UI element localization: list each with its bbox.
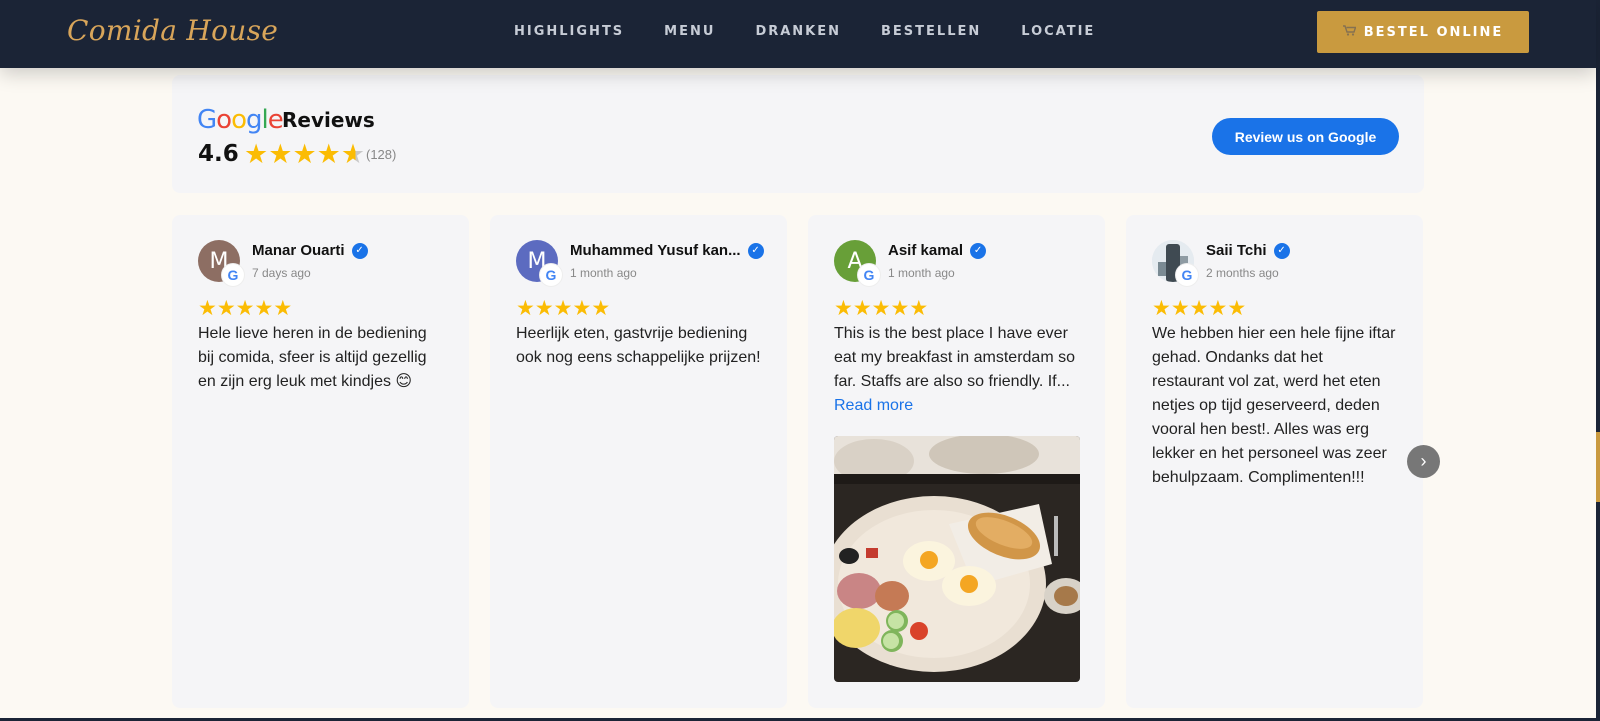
star-icon: ★ xyxy=(534,297,554,320)
reviewer-name[interactable]: Saii Tchi xyxy=(1206,242,1267,259)
review-card: M G Muhammed Yusuf kan... ✓ 1 month ago … xyxy=(490,215,787,708)
review-time: 1 month ago xyxy=(888,266,955,280)
star-icon: ★ xyxy=(1152,297,1171,320)
star-icon: ★ xyxy=(909,297,929,320)
nav-links: HIGHLIGHTS MENU DRANKEN BESTELLEN LOCATI… xyxy=(514,24,1135,39)
cart-icon xyxy=(1342,25,1357,39)
review-text: This is the best place I have ever eat m… xyxy=(834,325,1075,390)
review-time: 7 days ago xyxy=(252,266,311,280)
google-badge-icon: G xyxy=(222,264,244,286)
site-logo[interactable]: Comida House xyxy=(67,14,278,47)
nav-link-locatie[interactable]: LOCATIE xyxy=(1021,24,1095,39)
review-stars: ★ ★ ★ ★ ★ xyxy=(1152,298,1246,320)
verified-icon: ✓ xyxy=(747,242,764,259)
nav-link-dranken[interactable]: DRANKEN xyxy=(755,24,841,39)
average-rating: 4.6 xyxy=(198,141,239,167)
nav-link-bestellen[interactable]: BESTELLEN xyxy=(881,24,981,39)
star-icon: ★ xyxy=(244,139,269,169)
google-badge-letter: G xyxy=(545,267,557,283)
review-text-block: This is the best place I have ever eat m… xyxy=(834,322,1079,418)
verified-icon: ✓ xyxy=(970,242,987,259)
verified-icon: ✓ xyxy=(1273,242,1290,259)
google-badge-icon: G xyxy=(540,264,562,286)
star-icon: ★ xyxy=(553,297,573,320)
google-logo-letter: o xyxy=(216,105,232,135)
nav-link-menu[interactable]: MENU xyxy=(664,24,715,39)
reviewer-name[interactable]: Muhammed Yusuf kan... xyxy=(570,242,741,259)
verified-check: ✓ xyxy=(751,245,760,256)
star-icon: ★ xyxy=(316,139,341,169)
review-count: (128) xyxy=(366,147,397,162)
review-text: Heerlijk eten, gastvrije bediening ook n… xyxy=(516,325,761,366)
star-icon: ★ xyxy=(254,297,274,320)
order-online-button[interactable]: BESTEL ONLINE xyxy=(1317,11,1529,53)
star-icon: ★ xyxy=(235,297,255,320)
verified-check: ✓ xyxy=(973,245,983,256)
nav-link-highlights[interactable]: HIGHLIGHTS xyxy=(514,24,624,39)
google-logo-letter: g xyxy=(246,105,262,135)
google-badge-letter: G xyxy=(863,267,875,283)
star-icon: ★ xyxy=(572,297,592,320)
review-time: 1 month ago xyxy=(570,266,637,280)
verified-check: ✓ xyxy=(355,245,364,256)
star-icon: ★ xyxy=(1170,297,1190,320)
review-stars: ★ ★ ★ ★ ★ xyxy=(834,298,928,320)
google-logo-letter: G xyxy=(197,105,217,135)
reviews-summary: Google Reviews 4.6 ★ ★ ★ ★ ★ (128) Review us… xyxy=(172,75,1424,193)
star-icon: ★ xyxy=(273,297,293,320)
star-icon: ★ xyxy=(1189,297,1209,320)
verified-check: ✓ xyxy=(1277,245,1286,256)
review-us-on-google-button[interactable]: Review us on Google xyxy=(1212,118,1399,155)
star-icon: ★ xyxy=(871,297,891,320)
google-badge-letter: G xyxy=(227,267,239,283)
review-card: G Saii Tchi ✓ 2 months ago ★ ★ ★ ★ ★ We hebb… xyxy=(1126,215,1423,708)
average-rating-stars: ★ ★ ★ ★ ★ xyxy=(244,141,365,168)
google-badge-icon: G xyxy=(1176,264,1198,286)
star-icon: ★ xyxy=(834,297,853,320)
scrollbar[interactable] xyxy=(1596,0,1600,721)
review-card: M G Manar Ouarti ✓ 7 days ago ★ ★ ★ ★ ★ Hele… xyxy=(172,215,469,708)
reviewer-name[interactable]: Manar Ouarti xyxy=(252,242,345,259)
google-logo-letter: e xyxy=(267,105,284,135)
google-logo-letter: o xyxy=(231,105,247,135)
reviewer-name[interactable]: Asif kamal xyxy=(888,242,963,259)
order-online-label: BESTEL ONLINE xyxy=(1363,24,1504,40)
breakfast-photo-image xyxy=(834,436,1080,682)
review-photo[interactable] xyxy=(834,436,1080,682)
star-icon: ★ xyxy=(516,297,535,320)
reviews-title: Reviews xyxy=(282,108,375,132)
star-icon: ★ xyxy=(591,297,611,320)
review-card: A G Asif kamal ✓ 1 month ago ★ ★ ★ ★ ★ This … xyxy=(808,215,1105,708)
star-icon: ★ xyxy=(216,297,236,320)
star-icon: ★ xyxy=(340,139,366,169)
review-stars: ★ ★ ★ ★ ★ xyxy=(516,298,610,320)
next-arrow-icon[interactable]: › xyxy=(1407,445,1440,478)
star-icon: ★ xyxy=(292,139,317,169)
google-badge-letter: G xyxy=(1181,267,1193,283)
star-icon: ★ xyxy=(1227,297,1247,320)
review-stars: ★ ★ ★ ★ ★ xyxy=(198,298,292,320)
star-icon: ★ xyxy=(852,297,872,320)
google-badge-icon: G xyxy=(858,264,880,286)
read-more-link[interactable]: Read more xyxy=(834,394,1079,418)
review-text: We hebben hier een hele fijne iftar geha… xyxy=(1152,325,1396,486)
star-icon: ★ xyxy=(1208,297,1228,320)
top-navbar: Comida House HIGHLIGHTS MENU DRANKEN BES… xyxy=(0,0,1596,68)
google-logo: Google xyxy=(197,105,284,135)
star-icon: ★ xyxy=(198,297,217,320)
review-text: Hele lieve heren in de bediening bij com… xyxy=(198,325,427,390)
star-icon: ★ xyxy=(890,297,910,320)
scrollbar-thumb[interactable] xyxy=(1596,432,1600,502)
review-time: 2 months ago xyxy=(1206,266,1279,280)
star-icon: ★ xyxy=(268,139,293,169)
verified-icon: ✓ xyxy=(351,242,368,259)
